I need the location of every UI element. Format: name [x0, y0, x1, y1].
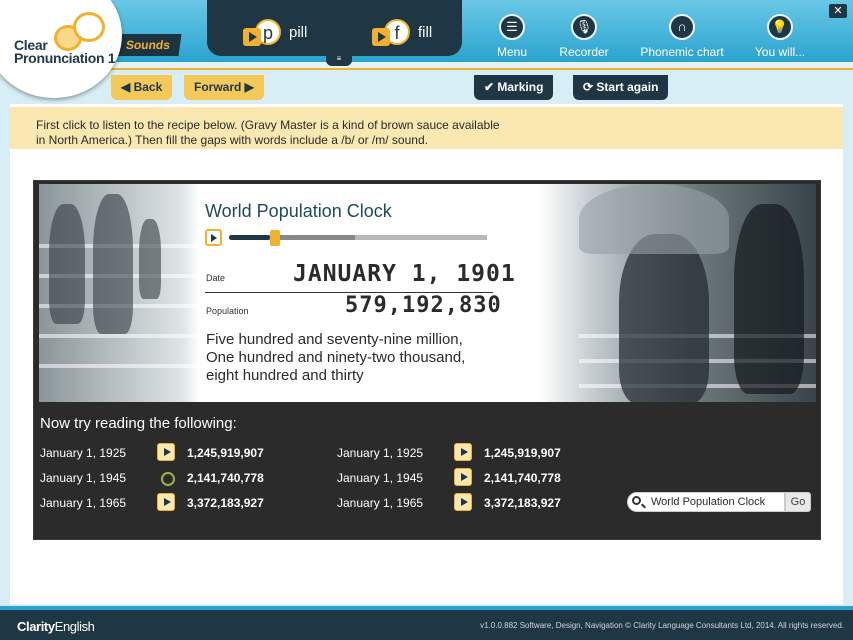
nav-youwill-label: You will... [754, 45, 806, 59]
date-value: JANUARY 1, 1901 [293, 261, 516, 287]
sound-word: fill [418, 23, 433, 41]
clock-title: World Population Clock [205, 201, 392, 221]
menu-icon: ☰ [499, 14, 525, 40]
practice-row: January 1, 1925 1,245,919,907 [337, 443, 597, 463]
words-line1: Five hundred and seventy-nine million, [206, 331, 463, 348]
menu-handle-icon[interactable]: ≡ [326, 54, 352, 66]
row-value: 1,245,919,907 [484, 446, 561, 460]
audio-scrubber[interactable] [270, 230, 281, 246]
practice-heading: Now try reading the following: [40, 415, 237, 432]
go-button[interactable]: Go [785, 492, 811, 512]
brand-normal: English [54, 619, 95, 634]
back-button[interactable]: ◀ Back [111, 75, 173, 100]
practice-row: January 1, 1945 2,141,740,778 [40, 468, 300, 488]
instructions-line1: First click to listen to the recipe belo… [36, 118, 500, 132]
sound-button-f[interactable]: f fill [372, 18, 432, 46]
practice-row: January 1, 1965 3,372,183,927 [337, 493, 597, 513]
row-value: 1,245,919,907 [187, 446, 264, 460]
search-icon [632, 496, 641, 505]
search-value: World Population Clock [651, 496, 766, 508]
crowd-photo-left [39, 184, 199, 402]
close-icon[interactable]: ✕ [829, 4, 847, 18]
horseshoe-icon: ∩ [669, 14, 695, 40]
footer-copyright: v1.0.0.882 Software, Design, Navigation … [480, 621, 844, 630]
play-icon[interactable] [454, 443, 472, 461]
logo-text: Clear Pronunciation 1 [14, 38, 116, 66]
start-again-button[interactable]: ⟳ Start again [573, 75, 669, 100]
population-value: 579,192,830 [345, 293, 502, 318]
words-line2: One hundred and ninety-two thousand, [206, 349, 466, 366]
population-in-words: Five hundred and seventy-nine million, O… [206, 331, 465, 385]
row-date: January 1, 1945 [337, 471, 424, 485]
nav-you-will[interactable]: 💡 You will... [740, 14, 820, 59]
words-line3: eight hundred and thirty [206, 367, 364, 384]
nav-menu-label: Menu [496, 45, 528, 59]
sound-button-p[interactable]: p pill [243, 18, 307, 46]
row-value: 2,141,740,778 [187, 471, 264, 485]
footer-brand: ClarityEnglish [17, 619, 95, 634]
play-icon[interactable] [454, 493, 472, 511]
play-icon[interactable] [205, 229, 222, 246]
section-tag: Sounds [116, 34, 182, 56]
audio-buffer [355, 235, 487, 240]
microphone-icon: 🎙 [571, 14, 597, 40]
lightbulb-icon: 💡 [767, 14, 793, 40]
sound-word: pill [289, 23, 308, 41]
search-input[interactable]: World Population Clock [627, 492, 785, 512]
row-value: 2,141,740,778 [484, 471, 561, 485]
play-icon[interactable] [454, 468, 472, 486]
row-date: January 1, 1945 [40, 471, 127, 485]
nav-recorder-label: Recorder [559, 45, 609, 59]
practice-row: January 1, 1925 1,245,919,907 [40, 443, 300, 463]
logo-line2: Pronunciation 1 [14, 50, 116, 66]
audio-progress [229, 235, 271, 240]
practice-row: January 1, 1945 2,141,740,778 [337, 468, 597, 488]
play-icon [243, 28, 261, 46]
row-date: January 1, 1965 [40, 496, 127, 510]
forward-button[interactable]: Forward ▶ [184, 75, 264, 100]
row-date: January 1, 1965 [337, 496, 424, 510]
footer: ClarityEnglish v1.0.0.882 Software, Desi… [0, 610, 853, 640]
play-icon[interactable] [157, 493, 175, 511]
practice-row: January 1, 1965 3,372,183,927 [40, 493, 300, 513]
audio-player [205, 229, 493, 247]
population-label: Population [206, 306, 249, 316]
play-icon[interactable] [157, 443, 175, 461]
instructions: First click to listen to the recipe belo… [10, 107, 843, 149]
nav-recorder[interactable]: 🎙 Recorder [544, 14, 624, 59]
row-date: January 1, 1925 [40, 446, 127, 460]
nav-menu[interactable]: ☰ Menu [472, 14, 552, 59]
logo-bubble-icon [73, 12, 105, 42]
instructions-line2: in North America.) Then fill the gaps wi… [36, 133, 428, 147]
row-date: January 1, 1925 [337, 446, 424, 460]
row-value: 3,372,183,927 [187, 496, 264, 510]
brand-bold: Clarity [17, 619, 55, 634]
loading-icon[interactable] [157, 468, 175, 486]
marking-button[interactable]: ✔ Marking [474, 75, 554, 100]
nav-phonemic-label: Phonemic chart [640, 45, 724, 59]
crowd-photo-right [539, 184, 816, 402]
row-value: 3,372,183,927 [484, 496, 561, 510]
main-nav: ☰ Menu 🎙 Recorder ∩ Phonemic chart 💡 You… [466, 0, 853, 62]
play-icon [372, 28, 390, 46]
nav-phonemic-chart[interactable]: ∩ Phonemic chart [632, 14, 732, 59]
date-label: Date [206, 273, 226, 283]
